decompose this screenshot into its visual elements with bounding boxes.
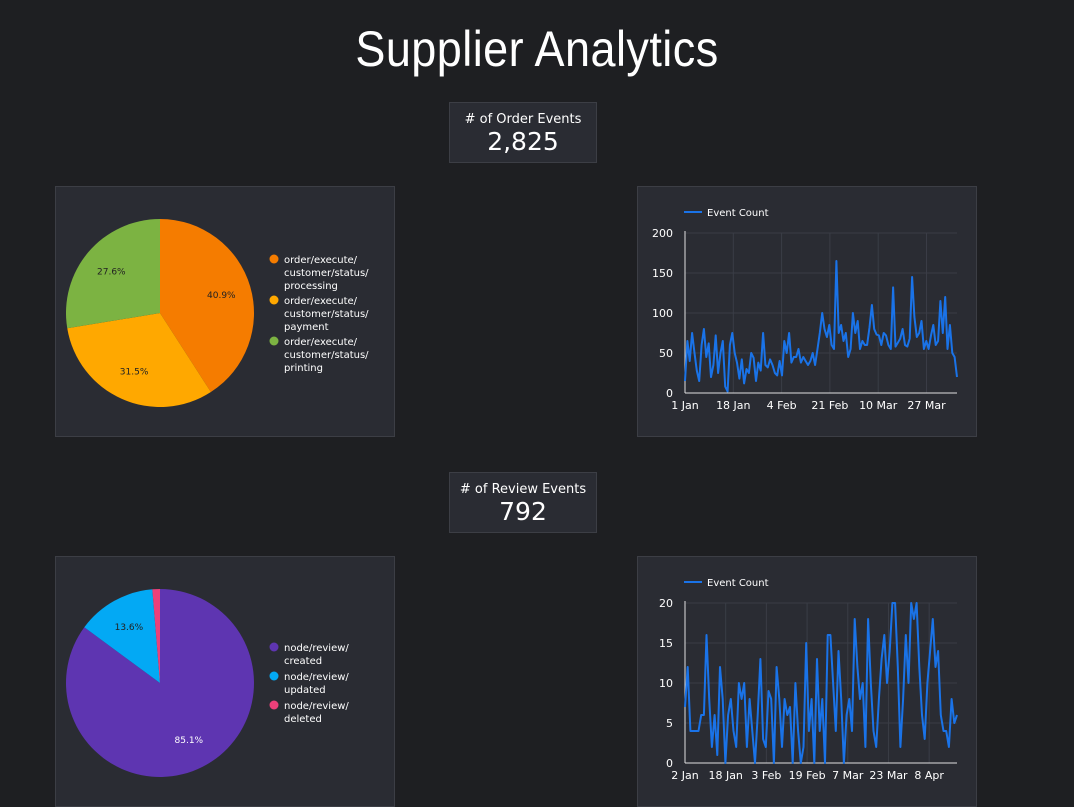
legend-swatch [269, 700, 279, 710]
legend-swatch [269, 642, 279, 652]
order-events-scorecard: # of Order Events 2,825 [449, 102, 597, 163]
x-tick-label: 18 Jan [716, 399, 750, 412]
review-pie-chart: 85.1% node/review/created 13.6% node/review… [65, 589, 349, 777]
x-tick-label: 8 Apr [914, 769, 944, 782]
legend-label: node/review/ [284, 672, 349, 683]
legend-swatch [269, 671, 279, 681]
legend-label: node/review/ [284, 701, 349, 712]
y-tick-label: 5 [666, 717, 673, 730]
y-tick-label: 20 [659, 597, 673, 610]
scorecard-label: # of Order Events [464, 112, 582, 127]
x-tick-label: 27 Mar [907, 399, 946, 412]
x-tick-label: 18 Jan [708, 769, 742, 782]
legend-label: customer/status/ [284, 309, 369, 320]
legend-label: processing [284, 281, 338, 292]
review-pie-panel: 85.1% node/review/created 13.6% node/review… [55, 556, 395, 807]
x-tick-label: 2 Jan [671, 769, 698, 782]
page-title: Supplier Analytics [355, 21, 719, 77]
x-tick-label: 19 Feb [789, 769, 826, 782]
scorecard-value: 792 [499, 497, 547, 526]
slice-label: 40.9% [207, 291, 236, 301]
legend-label: Event Count [707, 208, 769, 219]
order-pie-chart: 40.9% order/execute/customer/status/proce… [65, 218, 369, 408]
x-tick-label: 4 Feb [767, 399, 797, 412]
x-tick-label: 21 Feb [811, 399, 848, 412]
review-events-scorecard: # of Review Events 792 [449, 472, 597, 533]
y-tick-label: 50 [659, 347, 673, 360]
order-line-chart: Event Count0501001502001 Jan 18 Jan 4 Feb 2… [652, 208, 958, 412]
legend-label: Event Count [707, 578, 769, 589]
legend-label: order/execute/ [284, 337, 358, 348]
x-tick-label: 1 Jan [671, 399, 698, 412]
slice-label: 85.1% [175, 736, 204, 746]
series-line [684, 260, 958, 393]
x-tick-label: 7 Mar [832, 769, 864, 782]
legend-label: payment [284, 322, 329, 333]
legend-label: order/execute/ [284, 255, 358, 266]
scorecard-value: 2,825 [487, 127, 559, 156]
legend-label: customer/status/ [284, 268, 369, 279]
x-tick-label: 23 Mar [869, 769, 908, 782]
x-tick-label: 10 Mar [859, 399, 898, 412]
y-tick-label: 150 [652, 267, 673, 280]
slice-label: 27.6% [97, 268, 126, 278]
slice-label: 13.6% [115, 623, 144, 633]
y-tick-label: 10 [659, 677, 673, 690]
legend-label: customer/status/ [284, 350, 369, 361]
legend-swatch [269, 336, 279, 346]
legend-label: node/review/ [284, 643, 349, 654]
order-pie-panel: 40.9% order/execute/customer/status/proce… [55, 186, 395, 437]
legend-label: deleted [284, 714, 322, 725]
scorecard-label: # of Review Events [459, 482, 587, 497]
y-tick-label: 100 [652, 307, 673, 320]
slice-label: 31.5% [120, 367, 149, 377]
x-tick-label: 3 Feb [751, 769, 781, 782]
y-tick-label: 15 [659, 637, 673, 650]
legend-swatch [269, 295, 279, 305]
y-tick-label: 200 [652, 227, 673, 240]
legend-label: created [284, 656, 322, 667]
legend-swatch [269, 254, 279, 264]
legend-label: order/execute/ [284, 296, 358, 307]
legend-label: printing [284, 363, 323, 374]
order-line-panel: Event Count 0 50 100 150 200 1 Jan 18 Jan 4 Feb 2… [637, 186, 977, 437]
review-line-chart: Event Count051015202 Jan 18 Jan 3 Feb 19 Fe… [659, 578, 958, 782]
legend-label: updated [284, 685, 326, 696]
review-line-panel: Event Count 0 5 10 15 20 2 Jan 18 Jan 3 Feb 19 Fe… [637, 556, 977, 807]
